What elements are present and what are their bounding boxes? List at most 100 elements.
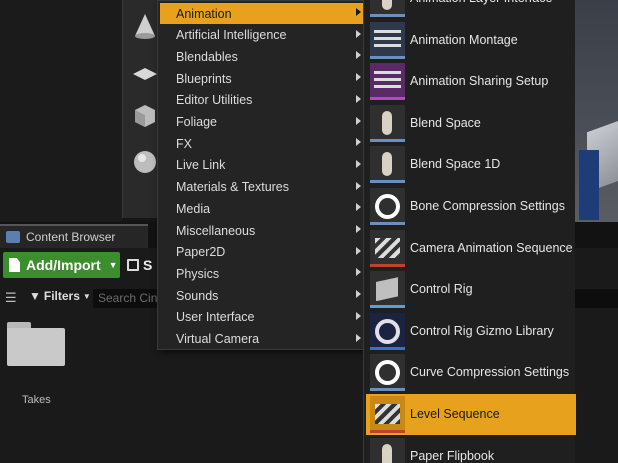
submenu-arrow-icon [356, 181, 361, 190]
menu-item[interactable]: Materials & Textures [160, 177, 364, 198]
asset-menu-item-label: Animation Montage [410, 32, 518, 47]
save-all-label: S [143, 257, 153, 273]
new-document-icon [9, 258, 20, 272]
cube-shape-icon[interactable] [131, 102, 159, 130]
submenu-arrow-icon [356, 94, 361, 103]
filters-label: Filters [43, 289, 80, 303]
asset-menu-item[interactable]: Curve Compression Settings [366, 352, 576, 393]
asset-menu-item[interactable]: Control Rig Gizmo Library [366, 311, 576, 352]
animation-sharing-setup-icon [370, 63, 405, 101]
submenu-arrow-icon [356, 203, 361, 212]
menu-item[interactable]: Animation [160, 3, 364, 24]
menu-item[interactable]: Media [160, 198, 364, 219]
asset-menu-item-label: Blend Space [410, 115, 481, 130]
submenu-arrow-icon [356, 246, 361, 255]
menu-item-label: Materials & Textures [176, 180, 290, 195]
asset-menu-item[interactable]: Camera Animation Sequence [366, 228, 576, 269]
content-browser-tab[interactable]: Content Browser [0, 224, 148, 248]
content-browser-icon [6, 231, 20, 243]
viewport-geometry-blue [579, 150, 599, 220]
submenu-arrow-icon [356, 268, 361, 277]
create-asset-category-menu: Animation Artificial Intelligence Blendabl… [157, 0, 367, 350]
submenu-arrow-icon [356, 29, 361, 38]
menu-item[interactable]: Artificial Intelligence [160, 25, 364, 46]
menu-item[interactable]: User Interface [160, 307, 364, 328]
funnel-icon: ▼ [29, 289, 41, 303]
menu-item-label: Virtual Camera [176, 332, 260, 346]
blend-space-1d-icon [370, 146, 405, 184]
asset-menu-item[interactable]: Animation Montage [366, 20, 576, 61]
menu-item-label: Blendables [176, 49, 238, 64]
save-icon [127, 259, 139, 271]
plane-shape-icon[interactable] [131, 58, 159, 86]
curve-compression-settings-icon [370, 354, 405, 392]
sphere-shape-icon[interactable] [131, 148, 159, 176]
menu-item[interactable]: FX [160, 133, 364, 154]
add-import-button[interactable]: Add/Import ▼ [3, 252, 120, 278]
asset-menu-item-label: Blend Space 1D [410, 157, 501, 172]
asset-menu-item-label: Animation Sharing Setup [410, 74, 549, 89]
asset-menu-item[interactable]: Paper Flipbook [366, 436, 576, 463]
folder-label: Takes [22, 394, 51, 406]
level-sequence-icon [370, 396, 405, 433]
menu-item-label: Physics [176, 266, 220, 281]
menu-item[interactable]: Sounds [160, 285, 364, 306]
submenu-arrow-icon [356, 51, 361, 60]
menu-item[interactable]: Live Link [160, 155, 364, 176]
bone-compression-settings-icon [370, 188, 405, 225]
control-rig-icon [370, 271, 405, 309]
editor-window: Content Browser Add/Import ▼ S ☰ ▼ Filte… [0, 0, 618, 463]
menu-item-label: Animation [176, 6, 232, 21]
asset-menu-item-label: Control Rig Gizmo Library [410, 323, 554, 338]
add-import-label: Add/Import [26, 257, 101, 273]
submenu-arrow-icon [356, 159, 361, 168]
submenu-arrow-icon [356, 290, 361, 299]
asset-menu-item[interactable]: Control Rig [366, 269, 576, 310]
search-input-tail [575, 289, 618, 308]
folder-icon[interactable] [7, 322, 65, 366]
menu-item[interactable]: Virtual Camera [160, 329, 364, 350]
blend-space-icon [370, 104, 405, 142]
sources-toggle-icon[interactable]: ☰ [5, 291, 19, 304]
asset-menu-item-label: Level Sequence [410, 407, 500, 421]
submenu-arrow-icon [356, 333, 361, 342]
menu-item-label: Sounds [176, 288, 219, 303]
level-viewport[interactable] [575, 0, 618, 222]
camera-animation-sequence-icon [370, 229, 405, 267]
asset-menu-item[interactable]: Bone Compression Settings [366, 186, 576, 227]
content-browser-tab-label: Content Browser [26, 230, 116, 244]
menu-item[interactable]: Paper2D [160, 242, 364, 263]
submenu-arrow-icon [356, 311, 361, 320]
menu-item[interactable]: Editor Utilities [160, 90, 364, 111]
asset-menu-item-label: Bone Compression Settings [410, 199, 565, 213]
menu-item[interactable]: Blueprints [160, 68, 364, 89]
asset-menu-item-label: Paper Flipbook [410, 448, 495, 463]
asset-menu-item[interactable]: Blend Space [366, 103, 576, 144]
asset-menu-item-label: Camera Animation Sequence [410, 240, 573, 255]
menu-item[interactable]: Blendables [160, 46, 364, 67]
asset-menu-item[interactable]: Blend Space 1D [366, 144, 576, 185]
chevron-down-icon: ▼ [108, 260, 118, 270]
asset-menu-item-label: Control Rig [410, 282, 473, 297]
menu-item-label: Editor Utilities [176, 93, 253, 108]
menu-item-label: Foliage [176, 115, 217, 129]
paper-flipbook-icon [370, 437, 405, 463]
menu-item-label: Artificial Intelligence [176, 28, 287, 43]
menu-item[interactable]: Miscellaneous [160, 220, 364, 241]
asset-menu-item[interactable]: Animation Sharing Setup [366, 61, 576, 102]
animation-layer-interface-icon [370, 0, 405, 17]
menu-item-label: Miscellaneous [176, 223, 256, 238]
asset-menu-item[interactable]: Level Sequence [366, 394, 576, 435]
menu-item[interactable]: Foliage [160, 112, 364, 133]
submenu-arrow-icon [356, 116, 361, 125]
menu-item-label: Paper2D [176, 245, 226, 260]
menu-item-label: Blueprints [176, 71, 232, 86]
menu-item[interactable]: Physics [160, 263, 364, 284]
asset-menu-item[interactable]: Animation Layer Interface [366, 0, 576, 19]
search-input[interactable]: Search Cin [93, 289, 159, 308]
filters-button[interactable]: ▼ Filters ▼ [29, 289, 91, 303]
menu-item-label: Media [176, 201, 211, 216]
animation-montage-icon [370, 21, 405, 59]
cone-shape-icon[interactable] [131, 12, 159, 40]
chevron-down-icon: ▼ [82, 291, 91, 301]
